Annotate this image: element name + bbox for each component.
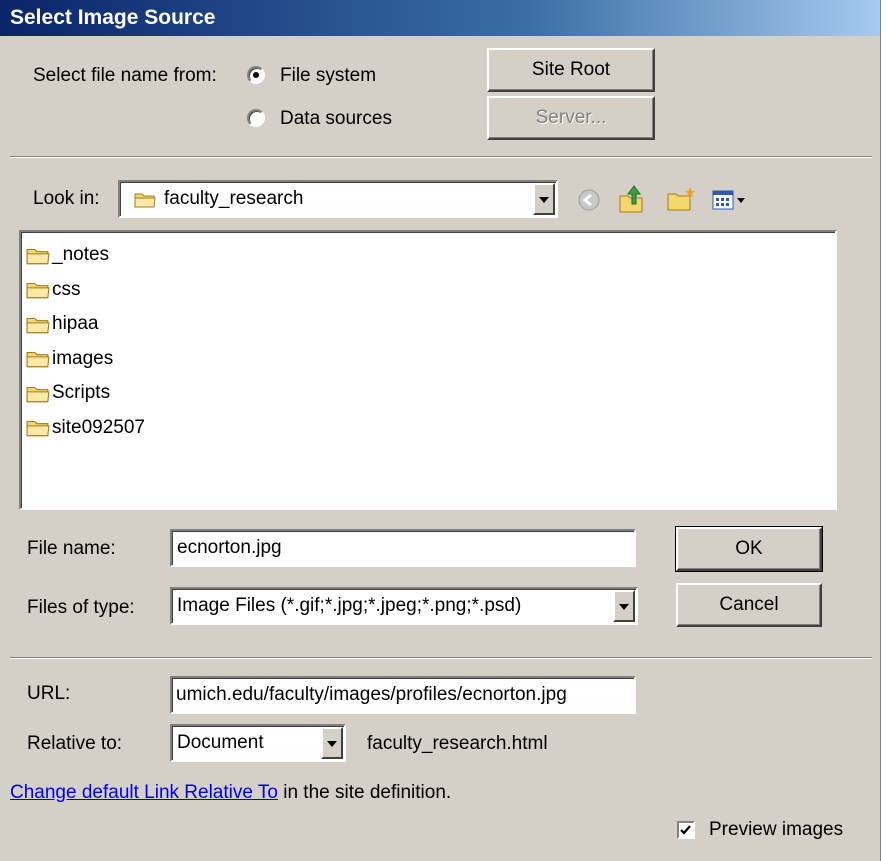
select-from-label: Select file name from: [33, 65, 217, 86]
relative-to-dropdown-button[interactable] [321, 727, 343, 759]
files-of-type-dropdown[interactable]: Image Files (*.gif;*.jpg;*.jpeg;*.png;*.… [170, 587, 638, 625]
ok-button[interactable]: OK [675, 526, 823, 572]
dialog-title: Select Image Source [10, 6, 216, 29]
preview-images-label[interactable]: Preview images [709, 819, 843, 841]
separator-bottom [10, 657, 872, 659]
folder-icon [26, 248, 50, 264]
footer-suffix: in the site definition. [277, 782, 452, 803]
chevron-down-icon [539, 197, 549, 203]
radio-file-system-label[interactable]: File system [280, 65, 376, 87]
file-list-item[interactable]: site092507 [26, 413, 145, 443]
relative-to-label: Relative to: [27, 733, 123, 754]
server-button[interactable]: Server... [487, 96, 655, 140]
file-name-label: File name: [27, 538, 116, 559]
look-in-label: Look in: [33, 188, 100, 209]
look-in-dropdown-button[interactable] [533, 183, 555, 215]
back-icon[interactable] [577, 188, 601, 212]
file-list-item[interactable]: css [26, 275, 81, 305]
file-list-item-name: site092507 [52, 416, 145, 438]
footer-text: Change default Link Relative To in the s… [10, 782, 451, 804]
file-list-item-name: _notes [52, 244, 110, 265]
checkmark-icon [680, 825, 691, 835]
new-folder-icon[interactable] [666, 186, 696, 212]
look-in-value: faculty_research [164, 188, 304, 209]
radio-file-system[interactable] [247, 66, 265, 84]
relative-to-value: Document [177, 732, 264, 753]
file-list-item[interactable]: _notes [26, 240, 109, 270]
file-name-value: ecnorton.jpg [177, 537, 282, 558]
preview-images-checkbox[interactable] [677, 821, 695, 839]
change-default-link[interactable]: Change default Link Relative To [10, 782, 278, 803]
file-list-item-name: hipaa [52, 313, 99, 334]
up-folder-icon[interactable] [618, 184, 646, 214]
radio-selected-dot [253, 72, 259, 78]
file-list-item[interactable]: Scripts [26, 378, 110, 408]
folder-icon [26, 282, 50, 299]
file-list-item-name: images [52, 347, 114, 369]
separator-top [10, 156, 872, 158]
file-name-input[interactable]: ecnorton.jpg [170, 529, 636, 567]
url-input[interactable]: umich.edu/faculty/images/profiles/ecnort… [170, 676, 636, 714]
chevron-down-icon [619, 604, 629, 610]
title-bar[interactable]: Select Image Source [0, 0, 880, 36]
folder-icon [134, 193, 156, 208]
url-label: URL: [27, 683, 71, 704]
files-of-type-label: Files of type: [27, 597, 135, 618]
site-root-button[interactable]: Site Root [487, 48, 655, 92]
radio-data-sources[interactable] [247, 109, 265, 127]
view-menu-icon[interactable] [712, 190, 748, 212]
folder-icon [26, 317, 50, 333]
file-list-item[interactable]: images [26, 344, 113, 374]
url-value: umich.edu/faculty/images/profiles/ecnort… [176, 684, 567, 705]
folder-icon [26, 420, 50, 437]
file-list[interactable]: _notescss hipaa images Scripts site092507 [19, 230, 837, 510]
select-image-source-dialog: Select Image Source Select file name fro… [0, 0, 881, 861]
relative-to-dropdown[interactable]: Document [170, 724, 346, 762]
file-list-item-name: Scripts [52, 382, 111, 403]
files-of-type-dropdown-button[interactable] [613, 590, 635, 622]
document-name: faculty_research.html [367, 733, 548, 754]
file-list-item-name: css [52, 278, 81, 300]
radio-data-sources-label[interactable]: Data sources [280, 108, 392, 130]
chevron-down-icon [327, 741, 337, 747]
files-of-type-value: Image Files (*.gif;*.jpg;*.jpeg;*.png;*.… [177, 595, 522, 616]
cancel-button[interactable]: Cancel [676, 583, 822, 627]
folder-icon [26, 351, 50, 368]
folder-icon [26, 386, 50, 402]
look-in-dropdown[interactable]: faculty_research [118, 180, 558, 218]
file-list-item[interactable]: hipaa [26, 309, 99, 339]
